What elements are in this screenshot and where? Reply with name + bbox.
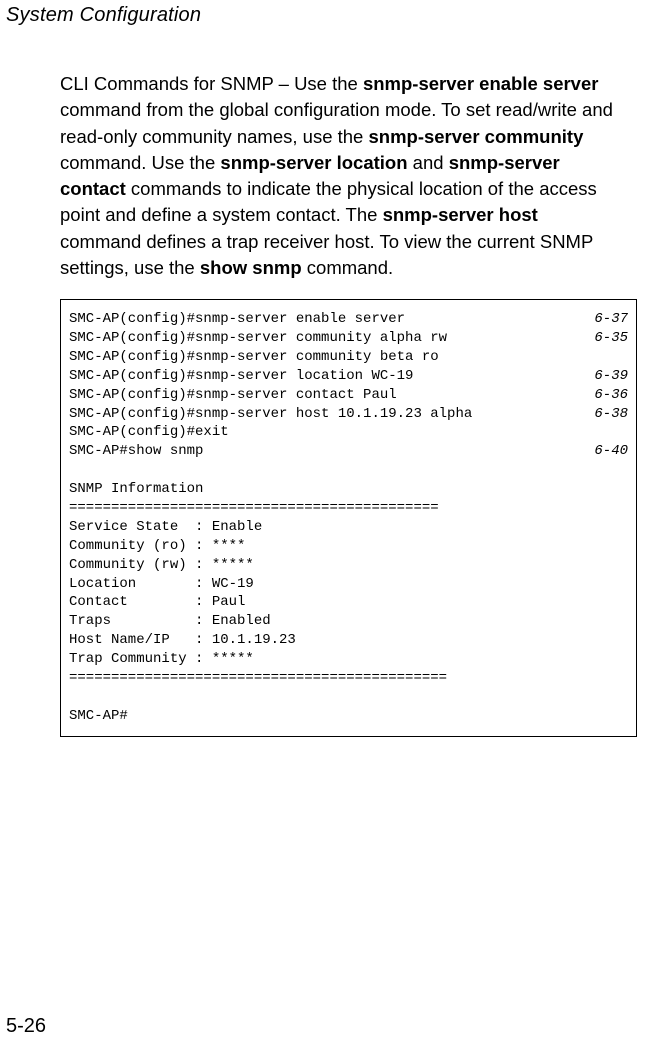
cli-line: Contact : Paul (69, 593, 628, 612)
cli-text: Host Name/IP : 10.1.19.23 (69, 631, 296, 650)
cli-page-ref: 6-35 (594, 329, 628, 348)
bold-segment: snmp-server community (368, 126, 583, 147)
cli-text (69, 688, 77, 707)
cli-line: SMC-AP(config)#snmp-server community bet… (69, 348, 628, 367)
cli-text: Community (ro) : **** (69, 537, 245, 556)
cli-text: Trap Community : ***** (69, 650, 254, 669)
cli-line: SMC-AP(config)#exit (69, 423, 628, 442)
cli-line: ========================================… (69, 499, 628, 518)
cli-line: SMC-AP# (69, 707, 628, 726)
cli-page-ref: 6-37 (594, 310, 628, 329)
cli-line: SMC-AP#show snmp 6-40 (69, 442, 628, 461)
text-segment: CLI Commands for SNMP – Use the (60, 73, 363, 94)
bold-segment: snmp-server host (383, 204, 538, 225)
cli-line: SMC-AP(config)#snmp-server host 10.1.19.… (69, 405, 628, 424)
body-paragraph: CLI Commands for SNMP – Use the snmp-ser… (60, 71, 617, 281)
cli-line (69, 461, 628, 480)
cli-line: SMC-AP(config)#snmp-server community alp… (69, 329, 628, 348)
cli-line: SMC-AP(config)#snmp-server contact Paul 6… (69, 386, 628, 405)
cli-line: Service State : Enable (69, 518, 628, 537)
cli-line (69, 688, 628, 707)
cli-page-ref: 6-40 (594, 442, 628, 461)
cli-text (69, 461, 77, 480)
page: System Configuration CLI Commands for SN… (0, 4, 657, 1056)
cli-text: SNMP Information (69, 480, 203, 499)
text-segment: and (408, 152, 449, 173)
text-segment: command. (302, 257, 394, 278)
cli-text: SMC-AP(config)#snmp-server host 10.1.19.… (69, 405, 472, 424)
cli-text: ========================================… (69, 499, 439, 518)
cli-text: SMC-AP#show snmp (69, 442, 203, 461)
cli-text: SMC-AP(config)#snmp-server community alp… (69, 329, 447, 348)
cli-text: SMC-AP(config)#snmp-server contact Paul (69, 386, 397, 405)
cli-line: SMC-AP(config)#snmp-server location WC-1… (69, 367, 628, 386)
running-head: System Configuration (6, 4, 657, 27)
cli-line: Location : WC-19 (69, 575, 628, 594)
cli-text: Contact : Paul (69, 593, 245, 612)
cli-text: SMC-AP(config)#exit (69, 423, 229, 442)
cli-line: SMC-AP(config)#snmp-server enable server… (69, 310, 628, 329)
page-number: 5-26 (6, 1015, 46, 1038)
text-segment: command. Use the (60, 152, 220, 173)
cli-line: Community (ro) : **** (69, 537, 628, 556)
cli-line: Trap Community : ***** (69, 650, 628, 669)
bold-segment: snmp-server enable server (363, 73, 599, 94)
cli-line: Traps : Enabled (69, 612, 628, 631)
cli-page-ref: 6-39 (594, 367, 628, 386)
cli-text: Location : WC-19 (69, 575, 254, 594)
cli-line: Host Name/IP : 10.1.19.23 (69, 631, 628, 650)
cli-text: Community (rw) : ***** (69, 556, 254, 575)
cli-output-box: SMC-AP(config)#snmp-server enable server… (60, 299, 637, 737)
cli-line: Community (rw) : ***** (69, 556, 628, 575)
cli-text: Traps : Enabled (69, 612, 271, 631)
cli-line: ========================================… (69, 669, 628, 688)
cli-text: ========================================… (69, 669, 447, 688)
cli-text: SMC-AP(config)#snmp-server location WC-1… (69, 367, 413, 386)
cli-page-ref: 6-38 (594, 405, 628, 424)
bold-segment: snmp-server location (220, 152, 407, 173)
bold-segment: show snmp (200, 257, 302, 278)
cli-page-ref: 6-36 (594, 386, 628, 405)
cli-text: SMC-AP(config)#snmp-server community bet… (69, 348, 439, 367)
cli-text: SMC-AP# (69, 707, 128, 726)
cli-line: SNMP Information (69, 480, 628, 499)
cli-text: SMC-AP(config)#snmp-server enable server (69, 310, 405, 329)
cli-text: Service State : Enable (69, 518, 262, 537)
